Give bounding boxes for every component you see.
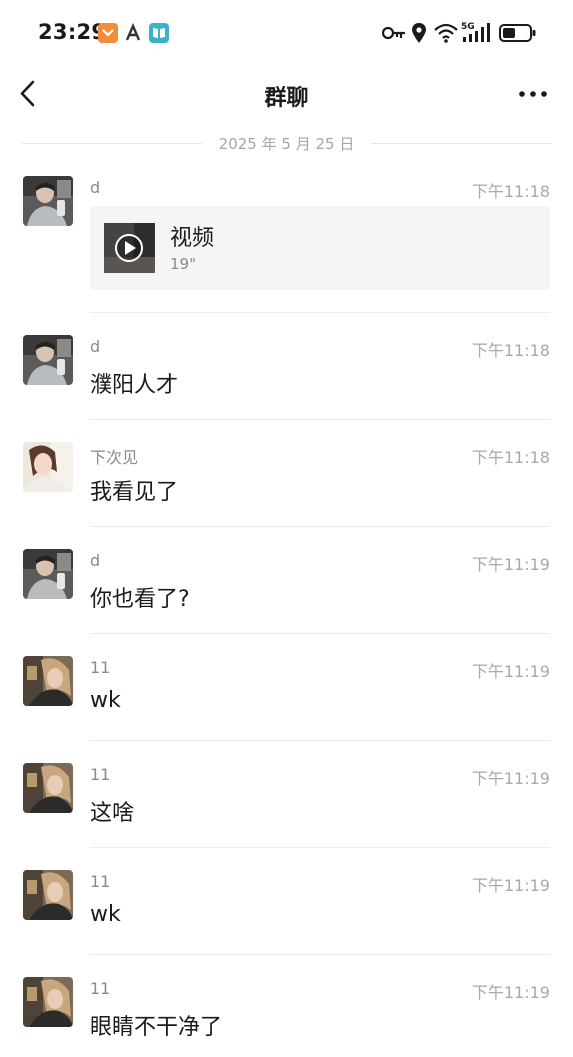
video-thumbnail	[104, 223, 155, 273]
video-duration: 19"	[170, 255, 196, 273]
message-text: 你也看了?	[90, 587, 190, 612]
nav-bar: 群聊	[0, 66, 573, 124]
sender-name: 11	[90, 765, 111, 784]
message-text: 我看见了	[90, 480, 179, 505]
message-divider	[90, 740, 550, 741]
location-icon	[412, 23, 426, 43]
message-item[interactable]: d 下午11:19 你也看了?	[0, 549, 573, 633]
app-book-icon	[149, 23, 169, 43]
message-time: 下午11:19	[471, 983, 550, 1002]
avatar[interactable]	[23, 977, 73, 1027]
status-bar: 23:29 5G	[0, 0, 573, 66]
message-item[interactable]: 11 下午11:19 眼睛不干净了	[0, 977, 573, 1057]
message-text: 眼睛不干净了	[90, 1015, 223, 1040]
network-type: 5G	[461, 22, 475, 32]
message-item[interactable]: 下次见 下午11:18 我看见了	[0, 442, 573, 526]
message-item[interactable]: d 下午11:18 濮阳人才	[0, 335, 573, 419]
avatar[interactable]	[23, 763, 73, 813]
wifi-icon	[434, 23, 458, 43]
more-button[interactable]	[517, 80, 551, 108]
message-divider	[90, 633, 550, 634]
page-title: 群聊	[264, 86, 309, 111]
sender-name: 11	[90, 658, 111, 677]
message-item[interactable]: 11 下午11:19 这啥	[0, 763, 573, 847]
message-divider	[90, 419, 550, 420]
key-icon	[382, 26, 405, 40]
message-item[interactable]: 11 下午11:19 wk	[0, 870, 573, 954]
message-text: 濮阳人才	[90, 373, 179, 398]
avatar[interactable]	[23, 549, 73, 599]
message-time: 下午11:19	[471, 769, 550, 788]
more-dots-icon	[519, 91, 547, 97]
message-time: 下午11:18	[471, 448, 550, 467]
message-text: wk	[90, 902, 121, 927]
message-divider	[90, 526, 550, 527]
message-time: 下午11:18	[471, 182, 550, 201]
signal-icon: 5G	[461, 22, 490, 42]
app-notification-icon	[98, 23, 118, 43]
avatar[interactable]	[23, 870, 73, 920]
message-text: wk	[90, 688, 121, 713]
date-divider: 2025 年 5 月 25 日	[22, 132, 551, 154]
message-item[interactable]: 11 下午11:19 wk	[0, 656, 573, 740]
message-time: 下午11:19	[471, 662, 550, 681]
sender-name: d	[90, 337, 101, 356]
message-time: 下午11:19	[471, 555, 550, 574]
message-divider	[90, 847, 550, 848]
sender-name: d	[90, 178, 101, 197]
sender-name: 11	[90, 872, 111, 891]
sender-name: 11	[90, 979, 111, 998]
message-item[interactable]: d 下午11:18 视频 19"	[0, 176, 573, 311]
avatar[interactable]	[23, 442, 73, 492]
avatar[interactable]	[23, 656, 73, 706]
battery-icon	[499, 24, 536, 42]
video-label: 视频	[170, 226, 215, 251]
status-time: 23:29	[38, 20, 107, 44]
message-text: 这啥	[90, 801, 135, 826]
message-divider	[90, 312, 550, 313]
avatar[interactable]	[23, 335, 73, 385]
video-message-card[interactable]: 视频 19"	[90, 206, 550, 290]
sender-name: 下次见	[90, 448, 139, 467]
message-time: 下午11:18	[471, 341, 550, 360]
sender-name: d	[90, 551, 101, 570]
avatar[interactable]	[23, 176, 73, 226]
message-divider	[90, 954, 550, 955]
app-a-icon	[124, 22, 144, 43]
message-time: 下午11:19	[471, 876, 550, 895]
date-label: 2025 年 5 月 25 日	[212, 135, 361, 153]
